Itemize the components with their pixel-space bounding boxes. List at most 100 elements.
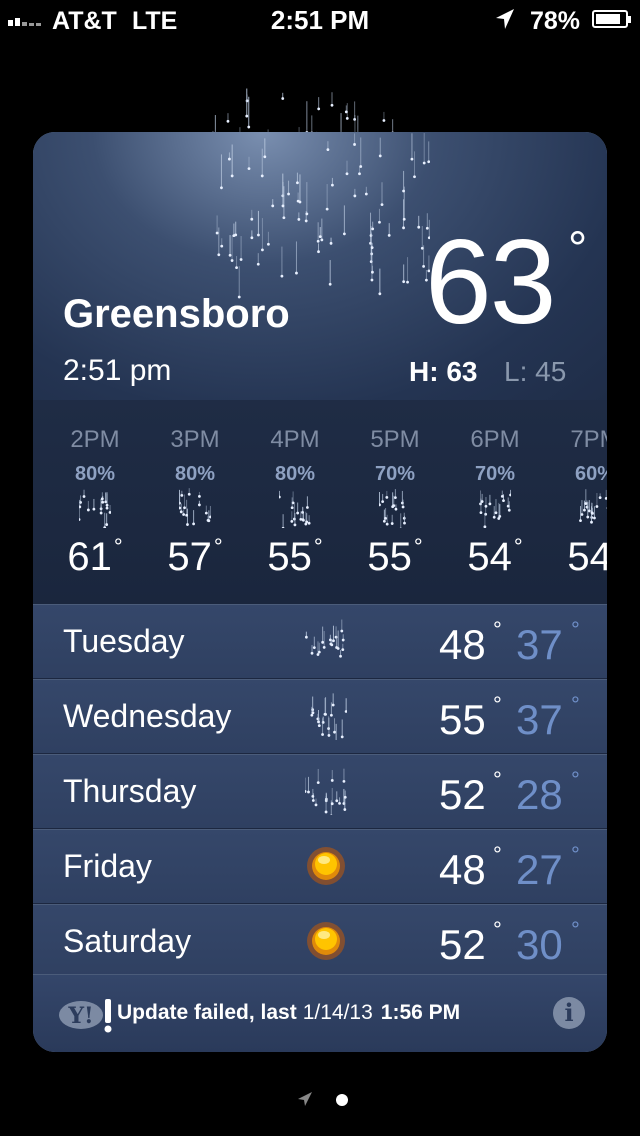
status-bar: AT&T LTE 2:51 PM 78%: [0, 0, 640, 40]
forecast-high-degree: °: [493, 842, 502, 867]
yahoo-logo-icon[interactable]: Y!: [57, 997, 117, 1033]
forecast-high: 52: [439, 771, 486, 818]
forecast-row: Thursday 52 ° 28 °: [33, 754, 607, 829]
hour-temp-degree: °: [413, 534, 423, 559]
update-status: Update failed, last 1/14/13 1:56 PM: [117, 1001, 460, 1025]
hour-temp: 55°: [245, 534, 345, 580]
forecast-low-degree: °: [571, 842, 580, 867]
rain-icon: [79, 489, 111, 528]
hour-temp-value: 57: [167, 535, 212, 579]
forecast-low: 37: [516, 696, 563, 743]
forecast-low: 27: [516, 846, 563, 893]
forecast-low: 37: [516, 621, 563, 668]
precip-chance: 70%: [374, 463, 416, 485]
hour-temp-degree: °: [213, 534, 223, 559]
forecast-low: 28: [516, 771, 563, 818]
hourly-item: 3PM 80% 57°: [145, 400, 245, 604]
info-icon[interactable]: i: [553, 997, 585, 1029]
page-indicator[interactable]: [0, 1090, 640, 1110]
current-temperature: 63 °: [425, 222, 587, 342]
daily-forecast-list: Tuesday 48 ° 37 ° Wednesday 55 ° 37 ° Thursday 52 ° 2…: [33, 604, 607, 979]
hourly-item: 4PM 80% 55°: [245, 400, 345, 604]
battery-icon: [592, 10, 631, 28]
forecast-high: 48: [439, 846, 486, 893]
rain-icon: [579, 489, 607, 524]
hour-temp-degree: °: [313, 534, 323, 559]
hour-label: 7PM: [570, 426, 607, 453]
update-date: 1/14/13: [302, 1001, 373, 1024]
precip-chance: 80%: [74, 463, 116, 485]
rain-icon: [379, 489, 406, 528]
forecast-high-degree: °: [493, 767, 502, 792]
location-arrow-icon: [496, 9, 514, 29]
local-time: 2:51 pm: [63, 354, 172, 387]
city-name: Greensboro: [63, 292, 290, 336]
forecast-low-degree: °: [571, 617, 580, 642]
hour-label: 2PM: [70, 426, 120, 453]
forecast-low-degree: °: [571, 767, 580, 792]
forecast-row: Saturday 52 ° 30 °: [33, 904, 607, 979]
precip-chance: 70%: [474, 463, 516, 485]
rain-icon: [305, 768, 347, 815]
precip-chance: 80%: [274, 463, 316, 485]
current-conditions: Greensboro 2:51 pm 63 ° H: 63 L: 45: [33, 132, 607, 401]
forecast-high: 48: [439, 621, 486, 668]
weather-card[interactable]: Greensboro 2:51 pm 63 ° H: 63 L: 45 2PM 80…: [33, 132, 607, 1052]
hourly-forecast[interactable]: 2PM 80% 61° 3PM 80% 57° 4PM 80% 55° 5PM 70% 55° 6PM 7…: [33, 400, 607, 605]
forecast-row: Friday 48 ° 27 °: [33, 829, 607, 904]
hour-temp-degree: °: [513, 534, 523, 559]
forecast-day-name: Friday: [63, 848, 152, 884]
forecast-day-name: Saturday: [63, 923, 192, 959]
rain-icon: [305, 619, 345, 658]
hour-temp-degree: °: [113, 534, 123, 559]
update-time: 1:56 PM: [380, 1001, 461, 1024]
forecast-day-name: Thursday: [63, 773, 197, 809]
forecast-low: 30: [516, 921, 563, 968]
forecast-row: Wednesday 55 ° 37 °: [33, 679, 607, 754]
hour-temp-value: 55: [267, 535, 312, 579]
hour-temp-value: 54: [467, 535, 512, 579]
sun-icon: [307, 922, 345, 960]
rain-icon: [179, 488, 211, 526]
hourly-item: 2PM 80% 61°: [45, 400, 145, 604]
hour-label: 5PM: [370, 426, 420, 453]
hour-label: 4PM: [270, 426, 320, 453]
hourly-item: 5PM 70% 55°: [345, 400, 445, 604]
forecast-row: Tuesday 48 ° 37 °: [33, 604, 607, 679]
hour-temp-value: 54: [567, 535, 607, 579]
forecast-high: 55: [439, 696, 486, 743]
high-temp: H: 63: [409, 356, 478, 387]
card-footer: Y! Update failed, last 1/14/13 1:56 PM i: [33, 974, 607, 1052]
hour-temp: 54°: [545, 534, 607, 580]
precip-chance: 80%: [174, 463, 216, 485]
forecast-day-name: Tuesday: [63, 623, 185, 659]
hour-temp-value: 61: [67, 535, 112, 579]
rain-icon: [310, 693, 347, 740]
update-message: Update failed, last: [117, 1001, 297, 1024]
forecast-high-degree: °: [493, 617, 502, 642]
forecast-high-degree: °: [493, 692, 502, 717]
hour-temp-value: 55: [367, 535, 412, 579]
forecast-low-degree: °: [571, 917, 580, 942]
hourly-item: 7PM 60% 54°: [545, 400, 607, 604]
location-page-icon[interactable]: [296, 1090, 314, 1108]
hour-label: 3PM: [170, 426, 220, 453]
precip-chance: 60%: [574, 463, 607, 485]
battery-percent: 78%: [530, 7, 581, 35]
svg-text:Y!: Y!: [67, 1003, 93, 1029]
hour-label: 6PM: [470, 426, 520, 453]
forecast-day-name: Wednesday: [63, 698, 232, 734]
hour-temp: 54°: [445, 534, 545, 580]
page-dot-active[interactable]: [336, 1094, 348, 1106]
rain-icon: [279, 490, 311, 528]
current-temp-degree: °: [568, 223, 587, 276]
forecast-low-degree: °: [571, 692, 580, 717]
forecast-high-degree: °: [493, 917, 502, 942]
hour-temp: 55°: [345, 534, 445, 580]
hourly-item: 6PM 70% 54°: [445, 400, 545, 604]
hour-temp: 61°: [45, 534, 145, 580]
current-temp-value: 63: [425, 215, 556, 349]
rain-icon: [479, 489, 511, 528]
sun-icon: [307, 847, 345, 885]
hour-temp: 57°: [145, 534, 245, 580]
